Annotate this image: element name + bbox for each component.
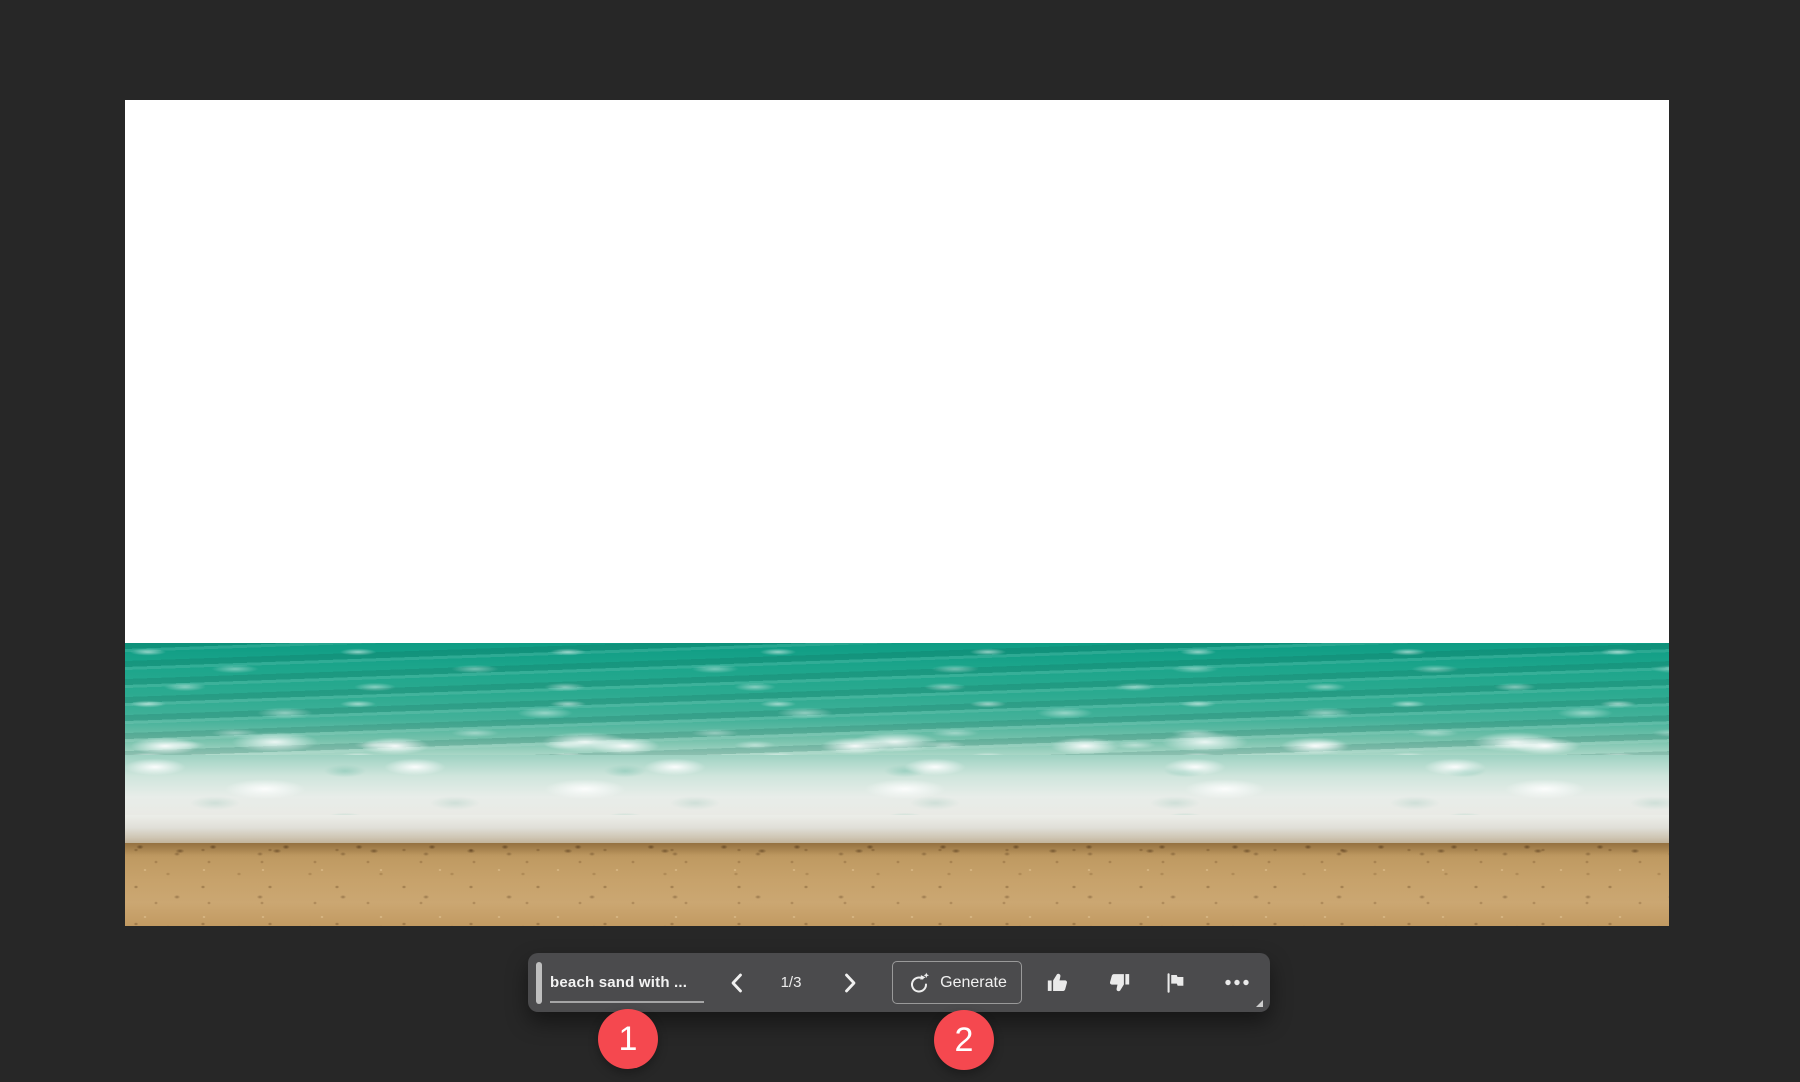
chevron-right-icon <box>843 972 858 994</box>
variation-counter: 1/3 <box>764 953 818 1012</box>
callout-number: 2 <box>955 1021 974 1060</box>
thumbs-up-icon <box>1045 969 1072 996</box>
report-flag-button[interactable] <box>1158 953 1194 1012</box>
generated-sky-region <box>125 100 1669 643</box>
thumbs-up-button[interactable] <box>1040 953 1076 1012</box>
chevron-left-icon <box>729 972 744 994</box>
prompt-underline <box>550 1001 704 1003</box>
thumbs-down-icon <box>1105 969 1132 996</box>
previous-variation-button[interactable] <box>720 953 752 1012</box>
grab-handle[interactable] <box>536 962 542 1004</box>
generate-button[interactable]: Generate <box>892 961 1022 1004</box>
generated-sand-region <box>125 843 1669 926</box>
next-variation-button[interactable] <box>834 953 866 1012</box>
flag-icon <box>1163 970 1189 996</box>
callout-badge-2: 2 <box>934 1010 994 1070</box>
callout-badge-1: 1 <box>598 1009 658 1069</box>
more-options-icon <box>1222 969 1252 996</box>
prompt-field[interactable]: beach sand with ... <box>550 953 706 1012</box>
thumbs-down-button[interactable] <box>1100 953 1136 1012</box>
prompt-text: beach sand with ... <box>550 974 687 991</box>
workspace-background: beach sand with ... 1/3 <box>0 0 1800 1082</box>
generated-surf-region <box>125 755 1669 815</box>
document-canvas[interactable] <box>125 100 1669 926</box>
resize-corner-icon[interactable] <box>1256 1000 1263 1007</box>
generated-shoreline-region <box>125 815 1669 843</box>
contextual-task-bar: beach sand with ... 1/3 <box>528 953 1270 1012</box>
generate-sparkle-icon <box>907 971 931 995</box>
generated-sea-region <box>125 643 1669 755</box>
generate-label: Generate <box>940 974 1007 992</box>
more-options-button[interactable] <box>1219 953 1255 1012</box>
callout-number: 1 <box>619 1020 638 1059</box>
